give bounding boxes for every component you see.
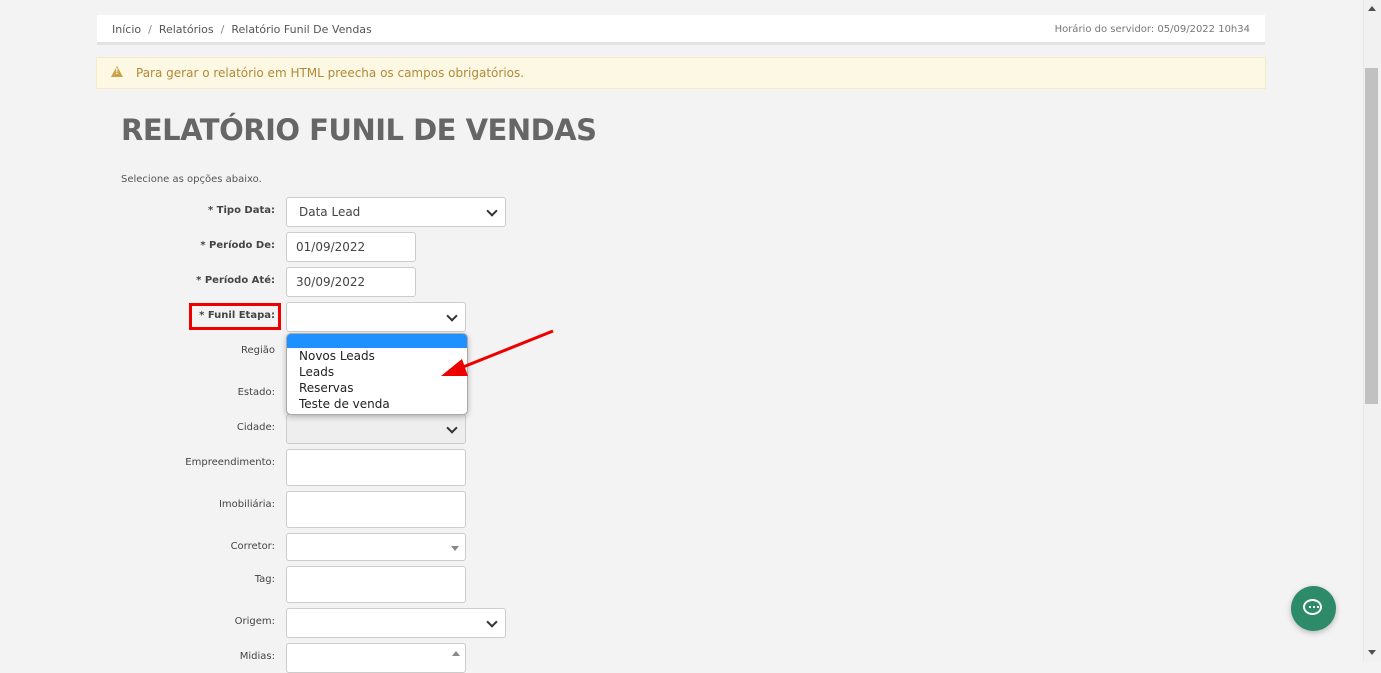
scrollbar-thumb[interactable] <box>1365 68 1378 404</box>
scroll-down-arrow-icon[interactable] <box>1368 650 1376 655</box>
chat-button[interactable] <box>1291 586 1336 631</box>
chat-dots <box>1308 606 1319 608</box>
annotation-arrow <box>441 329 554 376</box>
scroll-up-arrow-icon[interactable] <box>1368 6 1376 11</box>
